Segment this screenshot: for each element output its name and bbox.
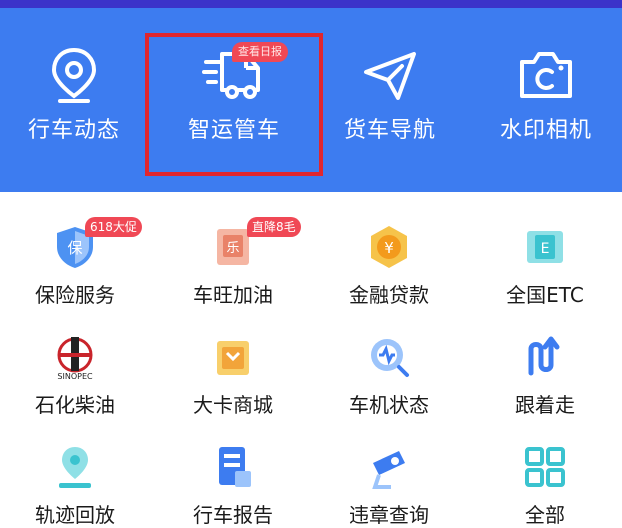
loan-coin-icon: ¥: [371, 226, 407, 268]
device-status-icon: [371, 339, 409, 377]
service-label: 大卡商城: [193, 393, 273, 417]
follow-route-icon: [528, 336, 560, 376]
service-fuel[interactable]: 乐 直降8毛 车旺加油: [155, 217, 311, 308]
grid-all-icon: [525, 447, 565, 487]
shopping-bag-icon: [217, 341, 249, 375]
service-label: 跟着走: [515, 393, 575, 417]
camera-check-icon: [372, 451, 405, 489]
service-label: 保险服务: [35, 283, 115, 307]
service-label: 全国ETC: [506, 283, 584, 307]
report-icon: [219, 447, 251, 487]
track-replay-icon: [59, 447, 91, 488]
svg-text:乐: 乐: [226, 241, 239, 256]
service-truck-mall[interactable]: 大卡商城: [155, 333, 311, 418]
tool-label: 水印相机: [499, 118, 592, 143]
svg-text:保: 保: [67, 239, 82, 257]
service-label: 行车报告: [193, 503, 273, 527]
promo-badge: 直降8毛: [247, 217, 301, 237]
svg-text:¥: ¥: [384, 239, 394, 257]
tool-driving-status[interactable]: 行车动态: [4, 46, 144, 144]
camera-icon: [520, 52, 572, 98]
service-label: 轨迹回放: [35, 503, 115, 527]
service-sinopec-diesel[interactable]: SINOPEC 石化柴油: [0, 333, 153, 418]
service-loan[interactable]: ¥ 金融贷款: [311, 223, 467, 308]
sinopec-text: SINOPEC: [57, 372, 93, 381]
service-label: 车旺加油: [193, 283, 273, 307]
service-driving-report[interactable]: 行车报告: [155, 443, 311, 528]
navigation-arrow-icon: [364, 52, 416, 100]
highlight-box: [145, 33, 323, 176]
tool-label: 行车动态: [27, 118, 120, 143]
etc-card-icon: E: [527, 231, 563, 263]
promo-badge: 618大促: [85, 217, 142, 237]
service-etc[interactable]: E 全国ETC: [467, 223, 622, 308]
tool-watermark-camera[interactable]: 水印相机: [476, 46, 616, 144]
service-violation-query[interactable]: 违章查询: [311, 443, 467, 528]
service-device-status[interactable]: 车机状态: [311, 333, 467, 418]
sinopec-logo-icon: SINOPEC: [57, 337, 93, 381]
service-all[interactable]: 全部: [467, 443, 622, 528]
service-label: 车机状态: [349, 393, 429, 417]
service-label: 违章查询: [349, 503, 429, 527]
status-strip: [0, 0, 622, 8]
svg-text:E: E: [541, 241, 550, 257]
service-insurance[interactable]: 保 618大促 保险服务: [0, 217, 153, 308]
service-follow-me[interactable]: 跟着走: [467, 333, 622, 418]
location-pin-icon: [51, 47, 97, 103]
tool-truck-navigation[interactable]: 货车导航: [320, 46, 460, 144]
service-label: 石化柴油: [35, 393, 115, 417]
service-track-replay[interactable]: 轨迹回放: [0, 443, 153, 528]
service-label: 金融贷款: [349, 283, 429, 307]
service-label: 全部: [525, 503, 565, 527]
tool-label: 货车导航: [343, 118, 436, 143]
